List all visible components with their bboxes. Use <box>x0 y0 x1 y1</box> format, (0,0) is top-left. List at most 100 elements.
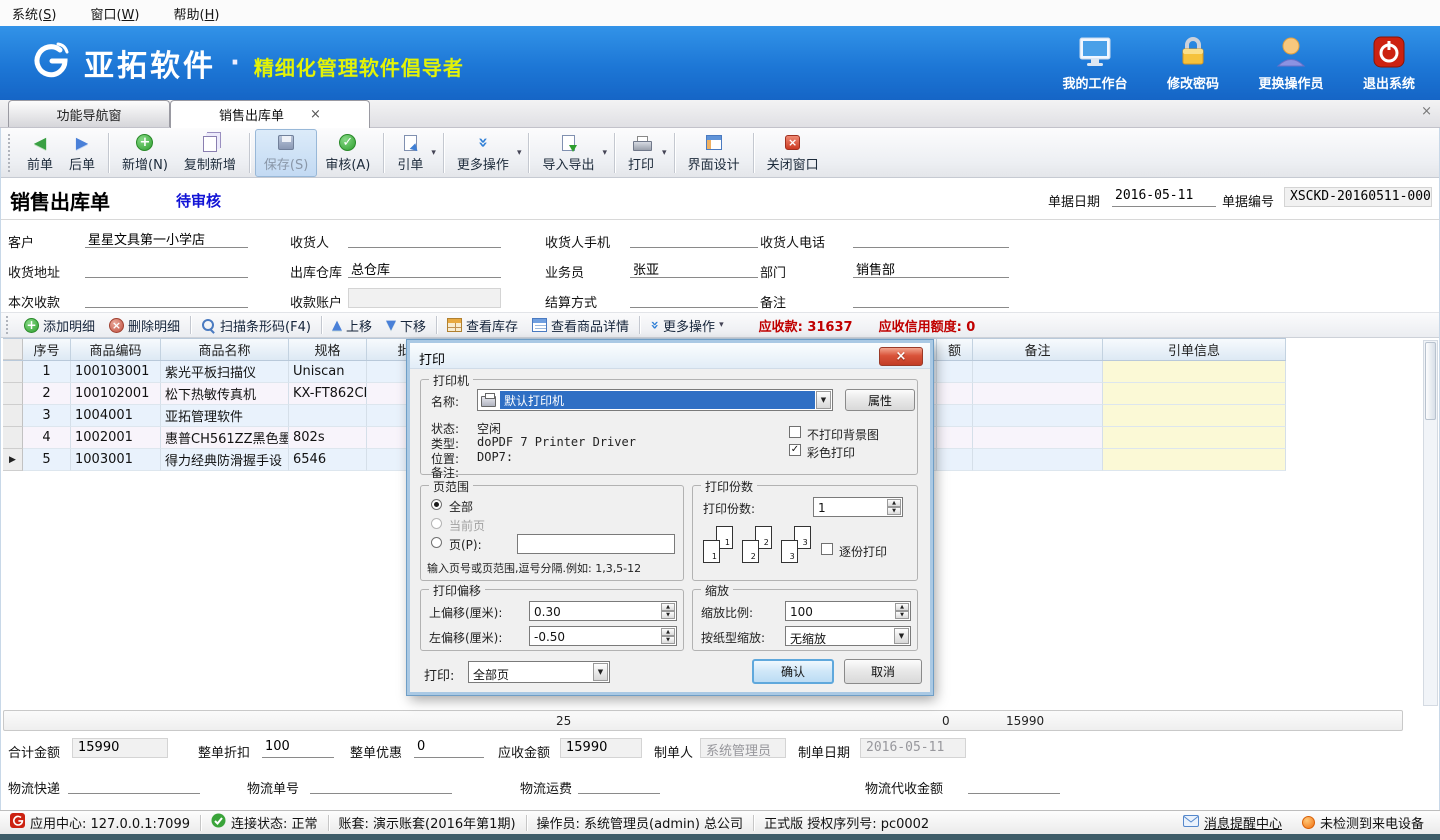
spin-up-icon[interactable]: ▲ <box>887 499 901 507</box>
printer-select[interactable]: 默认打印机 ▼ <box>477 389 833 411</box>
left-offset-spinner[interactable]: -0.50 ▲▼ <box>529 626 677 646</box>
department-field[interactable]: 销售部 <box>853 258 1009 278</box>
copy-add-button[interactable]: 复制新增 <box>176 130 244 176</box>
view-stock-button[interactable]: 查看库存 <box>440 316 525 335</box>
col-code[interactable]: 商品编码 <box>71 339 161 360</box>
row-selector[interactable] <box>3 361 23 383</box>
more-operations-button[interactable]: » 更多操作 <box>449 130 517 176</box>
paper-zoom-select[interactable]: 无缩放 ▼ <box>785 626 911 646</box>
top-offset-spinner[interactable]: 0.30 ▲▼ <box>529 601 677 621</box>
discount-field[interactable]: 100 <box>262 738 334 758</box>
page-range-input[interactable] <box>517 534 675 554</box>
view-goods-detail-button[interactable]: 查看商品详情 <box>525 316 636 335</box>
customer-field[interactable]: 星星文具第一小学店 <box>85 228 248 248</box>
exit-system-button[interactable]: 退出系统 <box>1348 33 1430 92</box>
menu-system[interactable]: 系统(S) <box>12 4 56 23</box>
range-all-radio[interactable] <box>431 499 442 510</box>
add-detail-button[interactable]: + 添加明细 <box>17 316 102 335</box>
warehouse-field[interactable]: 总仓库 <box>348 258 501 278</box>
dropdown-caret-icon[interactable]: ▾ <box>517 148 522 158</box>
consignee-mobile-field[interactable] <box>630 228 758 248</box>
spin-up-icon[interactable]: ▲ <box>895 603 909 611</box>
copies-spinner[interactable]: 1 ▲▼ <box>813 497 903 517</box>
switch-operator-button[interactable]: 更换操作员 <box>1250 33 1332 92</box>
promo-field[interactable]: 0 <box>414 738 484 758</box>
delete-detail-button[interactable]: × 删除明细 <box>102 316 187 335</box>
change-password-button[interactable]: 修改密码 <box>1152 33 1234 92</box>
dialog-title-bar[interactable]: 打印 × <box>410 343 930 369</box>
consignee-phone-field[interactable] <box>853 228 1009 248</box>
salesman-field[interactable]: 张亚 <box>630 258 758 278</box>
remark-field[interactable] <box>853 288 1009 308</box>
col-remark[interactable]: 备注 <box>973 339 1103 360</box>
freight-field[interactable] <box>578 774 660 794</box>
spin-down-icon[interactable]: ▼ <box>661 611 675 619</box>
close-window-button[interactable]: × 关闭窗口 <box>759 130 827 176</box>
payment-field[interactable] <box>85 288 248 308</box>
col-amount[interactable]: 额 <box>937 339 973 360</box>
cod-field[interactable] <box>968 774 1060 794</box>
cancel-button[interactable]: 取消 <box>844 659 922 684</box>
menu-help[interactable]: 帮助(H) <box>173 4 219 23</box>
combo-arrow-icon[interactable]: ▼ <box>816 391 831 409</box>
toolbar-separator <box>753 133 754 173</box>
print-button[interactable]: 打印 <box>620 130 662 176</box>
tabbar-close-icon[interactable]: × <box>1421 104 1432 119</box>
range-pages-radio[interactable] <box>431 537 442 548</box>
row-selector[interactable] <box>3 405 23 427</box>
dropdown-caret-icon[interactable]: ▾ <box>431 148 436 158</box>
print-pages-select[interactable]: 全部页 ▼ <box>468 661 610 683</box>
col-spec[interactable]: 规格 <box>289 339 367 360</box>
tab-close-icon[interactable]: × <box>310 107 321 122</box>
spin-down-icon[interactable]: ▼ <box>661 636 675 644</box>
scrollbar-thumb[interactable] <box>1425 342 1436 420</box>
color-print-checkbox[interactable]: ✓ <box>789 444 801 456</box>
cell-code: 1003001 <box>71 449 161 471</box>
consignee-field[interactable] <box>348 228 501 248</box>
dropdown-caret-icon[interactable]: ▾ <box>602 148 607 158</box>
ui-design-button[interactable]: 界面设计 <box>680 130 748 176</box>
my-workbench-button[interactable]: 我的工作台 <box>1054 33 1136 92</box>
address-field[interactable] <box>85 258 248 278</box>
detail-more-operations-button[interactable]: » 更多操作 ▾ <box>643 316 733 335</box>
tab-sales-outbound[interactable]: 销售出库单 × <box>170 100 370 128</box>
tab-function-nav[interactable]: 功能导航窗 <box>8 100 170 127</box>
next-doc-button[interactable]: ▶ 后单 <box>61 130 103 176</box>
col-seq[interactable]: 序号 <box>23 339 71 360</box>
menu-window[interactable]: 窗口(W) <box>90 4 139 23</box>
spin-up-icon[interactable]: ▲ <box>661 603 675 611</box>
dropdown-caret-icon[interactable]: ▾ <box>662 148 667 158</box>
move-down-button[interactable]: ▼ 下移 <box>379 316 433 335</box>
row-selector[interactable] <box>3 383 23 405</box>
add-new-button[interactable]: + 新增(N) <box>114 130 176 176</box>
confirm-button[interactable]: 确认 <box>752 659 834 684</box>
range-current-radio[interactable] <box>431 518 442 529</box>
tracking-no-field[interactable] <box>310 774 452 794</box>
col-name[interactable]: 商品名称 <box>161 339 289 360</box>
move-up-button[interactable]: ▲ 上移 <box>325 316 379 335</box>
collate-checkbox[interactable] <box>821 543 833 555</box>
express-field[interactable] <box>68 774 200 794</box>
zoom-ratio-spinner[interactable]: 100 ▲▼ <box>785 601 911 621</box>
table-vertical-scrollbar[interactable] <box>1423 340 1438 706</box>
row-selector[interactable] <box>3 427 23 449</box>
save-button[interactable]: 保存(S) <box>255 129 317 177</box>
prev-doc-button[interactable]: ◀ 前单 <box>19 130 61 176</box>
spin-up-icon[interactable]: ▲ <box>661 628 675 636</box>
settlement-field[interactable] <box>630 288 758 308</box>
import-export-button[interactable]: 导入导出 <box>534 130 602 176</box>
message-center-link[interactable]: 消息提醒中心 <box>1173 813 1292 832</box>
spin-down-icon[interactable]: ▼ <box>895 611 909 619</box>
dialog-close-button[interactable]: × <box>879 347 923 366</box>
printer-properties-button[interactable]: 属性 <box>845 389 915 411</box>
audit-button[interactable]: ✓ 审核(A) <box>317 130 378 176</box>
ref-doc-button[interactable]: 引单 <box>389 130 431 176</box>
no-background-checkbox[interactable] <box>789 426 801 438</box>
col-ref-info[interactable]: 引单信息 <box>1103 339 1286 360</box>
scan-barcode-button[interactable]: 扫描条形码(F4) <box>194 316 318 335</box>
doc-date-field[interactable]: 2016-05-11 <box>1112 187 1216 207</box>
combo-arrow-icon[interactable]: ▼ <box>894 628 909 644</box>
spin-down-icon[interactable]: ▼ <box>887 507 901 515</box>
row-selector-current[interactable]: ▶ <box>3 449 23 471</box>
combo-arrow-icon[interactable]: ▼ <box>593 663 608 681</box>
